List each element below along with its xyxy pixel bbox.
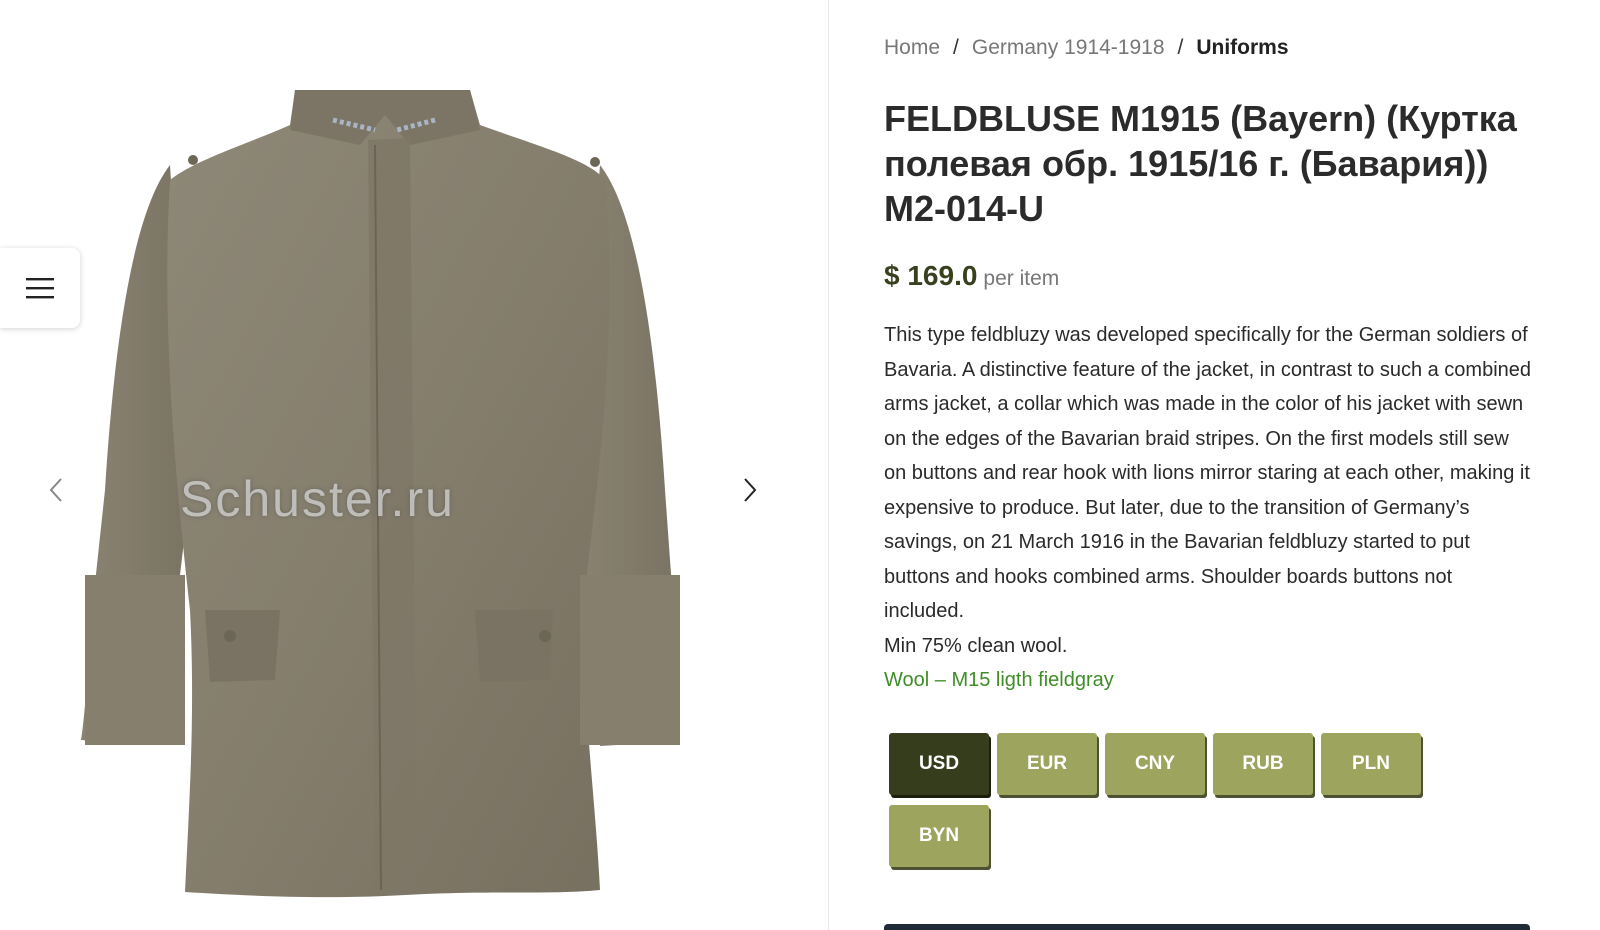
description-text: This type feldbluzy was developed specif… [884, 324, 1532, 622]
wool-note: Min 75% clean wool. [884, 634, 1068, 657]
chevron-right-icon [744, 478, 757, 502]
breadcrumb: Home / Germany 1914-1918 / Uniforms [884, 36, 1289, 60]
product-details: Home / Germany 1914-1918 / Uniforms FELDBLUS… [884, 0, 1544, 930]
currency-button-pln[interactable]: PLN [1321, 733, 1421, 795]
price-row: $ 169.0 per item [884, 260, 1059, 292]
currency-button-rub[interactable]: RUB [1213, 733, 1313, 795]
breadcrumb-category[interactable]: Germany 1914-1918 [972, 36, 1165, 59]
product-title: FELDBLUSE M1915 (Bayern) (Куртка полевая… [884, 98, 1517, 229]
product-price: $ 169.0 [884, 260, 978, 291]
menu-button[interactable] [0, 248, 80, 328]
product-gallery: Schuster.ru [0, 0, 828, 930]
hamburger-icon [26, 278, 54, 299]
watermark: Schuster.ru [180, 471, 455, 527]
currency-button-eur[interactable]: EUR [997, 733, 1097, 795]
previous-image-button[interactable] [36, 470, 76, 510]
breadcrumb-home[interactable]: Home [884, 36, 940, 59]
add-to-cart-bar[interactable] [884, 924, 1530, 930]
panel-divider [828, 0, 829, 930]
breadcrumb-current: Uniforms [1196, 36, 1289, 59]
currency-button-usd[interactable]: USD [889, 733, 989, 795]
currency-button-byn[interactable]: BYN [889, 805, 989, 867]
currency-button-cny[interactable]: CNY [1105, 733, 1205, 795]
variant-link[interactable]: Wool – M15 ligth fieldgray [884, 663, 1534, 698]
breadcrumb-separator: / [1177, 36, 1184, 59]
product-description: This type feldbluzy was developed specif… [884, 318, 1534, 698]
breadcrumb-separator: / [953, 36, 959, 59]
price-unit: per item [983, 267, 1060, 290]
next-image-button[interactable] [730, 470, 770, 510]
chevron-left-icon [49, 478, 62, 502]
